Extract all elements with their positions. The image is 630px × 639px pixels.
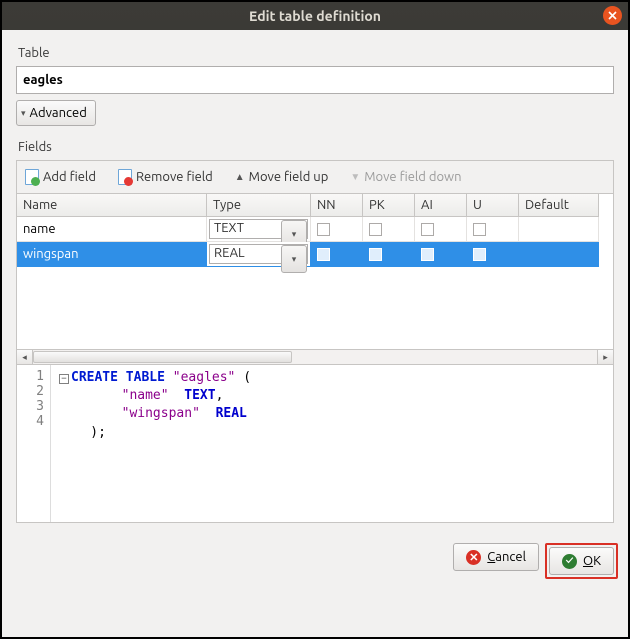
move-field-up-button[interactable]: ▲ Move field up bbox=[235, 170, 329, 184]
col-nn[interactable]: NN bbox=[311, 194, 363, 217]
checkbox[interactable] bbox=[473, 223, 486, 236]
arrow-down-icon: ▼ bbox=[350, 171, 360, 183]
cancel-label: Cancel bbox=[487, 550, 526, 564]
cell-nn[interactable] bbox=[311, 242, 363, 267]
fields-frame: Add field Remove field ▲ Move field up ▼… bbox=[16, 160, 614, 523]
grid-body: name TEXT ▾ wingspan bbox=[17, 217, 613, 349]
horizontal-scrollbar[interactable]: ◂ ▸ bbox=[17, 349, 613, 364]
cell-default[interactable] bbox=[519, 242, 599, 267]
chevron-down-icon[interactable]: ▾ bbox=[281, 245, 307, 273]
cell-u[interactable] bbox=[467, 242, 519, 267]
arrow-up-icon: ▲ bbox=[235, 171, 245, 183]
chevron-down-icon: ▾ bbox=[21, 108, 26, 119]
col-type[interactable]: Type bbox=[207, 194, 311, 217]
scroll-thumb[interactable] bbox=[33, 351, 292, 363]
titlebar: Edit table definition bbox=[2, 2, 628, 30]
fields-section-label: Fields bbox=[18, 140, 614, 154]
table-row[interactable]: name TEXT ▾ bbox=[17, 217, 613, 242]
cell-nn[interactable] bbox=[311, 217, 363, 242]
remove-field-button[interactable]: Remove field bbox=[118, 169, 213, 185]
scroll-left-icon[interactable]: ◂ bbox=[17, 350, 33, 364]
checkbox[interactable] bbox=[421, 223, 434, 236]
window-title: Edit table definition bbox=[249, 8, 381, 24]
close-icon[interactable] bbox=[603, 6, 622, 25]
line-gutter: 1 2 3 4 bbox=[17, 365, 51, 522]
ok-button[interactable]: ✓ OK bbox=[549, 547, 614, 575]
grid-header: Name Type NN PK AI U Default bbox=[17, 194, 613, 217]
scroll-right-icon[interactable]: ▸ bbox=[597, 350, 613, 364]
cell-u[interactable] bbox=[467, 217, 519, 242]
fold-icon[interactable]: − bbox=[59, 374, 69, 384]
cell-default[interactable] bbox=[519, 217, 599, 242]
checkbox[interactable] bbox=[369, 223, 382, 236]
ok-icon: ✓ bbox=[562, 554, 577, 569]
type-dropdown[interactable]: TEXT ▾ bbox=[209, 219, 308, 239]
checkbox[interactable] bbox=[317, 223, 330, 236]
fields-grid: Name Type NN PK AI U Default name TEXT ▾ bbox=[17, 193, 613, 522]
fields-toolbar: Add field Remove field ▲ Move field up ▼… bbox=[17, 161, 613, 193]
scroll-track[interactable] bbox=[33, 350, 597, 364]
cell-pk[interactable] bbox=[363, 217, 415, 242]
checkbox[interactable] bbox=[369, 248, 382, 261]
cell-pk[interactable] bbox=[363, 242, 415, 267]
checkbox[interactable] bbox=[421, 248, 434, 261]
sql-code[interactable]: −CREATE TABLE "eagles" ( "name" TEXT, "w… bbox=[51, 365, 259, 522]
col-ai[interactable]: AI bbox=[415, 194, 467, 217]
col-name[interactable]: Name bbox=[17, 194, 207, 217]
table-row[interactable]: wingspan REAL ▾ bbox=[17, 242, 613, 267]
type-dropdown[interactable]: REAL ▾ bbox=[209, 244, 308, 264]
advanced-label: Advanced bbox=[30, 106, 87, 120]
ok-label: OK bbox=[583, 554, 601, 568]
col-default[interactable]: Default bbox=[519, 194, 599, 217]
cell-name[interactable]: wingspan bbox=[17, 242, 207, 267]
add-field-icon bbox=[25, 169, 39, 185]
table-section-label: Table bbox=[18, 46, 614, 60]
add-field-button[interactable]: Add field bbox=[25, 169, 96, 185]
advanced-button[interactable]: ▾ Advanced bbox=[16, 100, 96, 126]
checkbox[interactable] bbox=[317, 248, 330, 261]
cell-ai[interactable] bbox=[415, 242, 467, 267]
cancel-icon: ✕ bbox=[466, 550, 481, 565]
col-u[interactable]: U bbox=[467, 194, 519, 217]
remove-field-icon bbox=[118, 169, 132, 185]
dialog-footer: ✕ Cancel ✓ OK bbox=[2, 533, 628, 589]
cell-name[interactable]: name bbox=[17, 217, 207, 242]
dialog-content: Table ▾ Advanced Fields Add field Remove… bbox=[2, 30, 628, 533]
cell-type[interactable]: REAL ▾ bbox=[207, 242, 311, 267]
col-pk[interactable]: PK bbox=[363, 194, 415, 217]
ok-highlight: ✓ OK bbox=[545, 543, 618, 579]
cell-type[interactable]: TEXT ▾ bbox=[207, 217, 311, 242]
move-field-down-button: ▼ Move field down bbox=[350, 170, 461, 184]
cancel-button[interactable]: ✕ Cancel bbox=[453, 543, 539, 571]
table-name-input[interactable] bbox=[16, 66, 614, 94]
checkbox[interactable] bbox=[473, 248, 486, 261]
cell-ai[interactable] bbox=[415, 217, 467, 242]
sql-preview: 1 2 3 4 −CREATE TABLE "eagles" ( "name" … bbox=[17, 364, 613, 522]
